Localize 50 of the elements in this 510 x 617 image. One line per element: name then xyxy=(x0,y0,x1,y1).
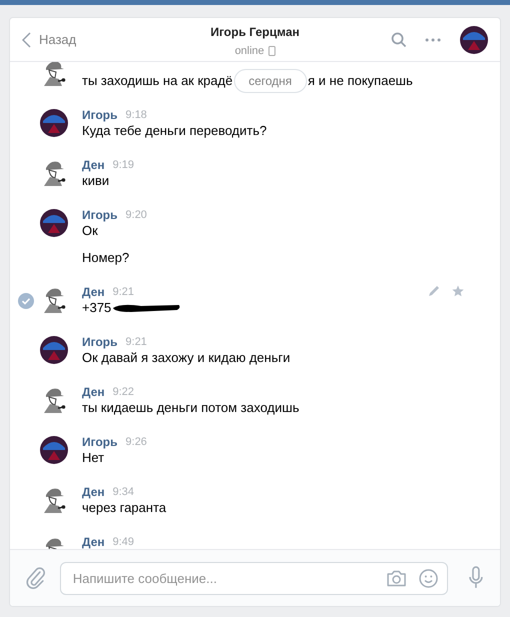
message-time: 9:21 xyxy=(126,334,147,350)
camera-icon[interactable] xyxy=(386,570,408,586)
message-text: через гаранта xyxy=(82,499,166,518)
message-text: я и не покупаешь xyxy=(308,72,413,90)
message-text: ты кидаешь деньги потом заходишь xyxy=(82,399,300,418)
author-name[interactable]: Ден xyxy=(82,383,105,401)
message-time: 9:22 xyxy=(112,384,134,400)
message-text: Нет xyxy=(82,449,104,468)
author-name[interactable]: Игорь xyxy=(82,206,118,224)
star-icon[interactable] xyxy=(452,285,464,297)
author-name[interactable]: Ден xyxy=(82,283,105,301)
avatar-icon xyxy=(40,336,68,364)
author-name[interactable]: Ден xyxy=(82,533,105,549)
author-name[interactable]: Игорь xyxy=(82,433,118,451)
back-icon xyxy=(22,32,31,48)
message-text: ты заходишь на ак крадё xyxy=(82,72,233,90)
author-name[interactable]: Игорь xyxy=(82,333,118,351)
chat-title: Игорь Герцман xyxy=(210,24,300,41)
date-label: сегодня xyxy=(234,69,307,93)
avatar-icon[interactable] xyxy=(460,26,488,54)
message-field[interactable]: Напишите сообщение... xyxy=(60,562,448,594)
message-time: 9:19 xyxy=(112,158,134,173)
phone-icon xyxy=(268,46,276,56)
smile-icon[interactable] xyxy=(419,568,438,588)
microphone-icon[interactable] xyxy=(468,566,484,590)
author-name[interactable]: Ден xyxy=(82,156,105,174)
back-button[interactable]: Назад xyxy=(22,30,76,50)
message-text: Номер? xyxy=(82,249,130,268)
more-icon[interactable] xyxy=(425,38,441,42)
paperclip-icon[interactable] xyxy=(26,567,46,589)
message-text: +375 xyxy=(82,299,112,318)
message-time: 9:20 xyxy=(126,208,147,223)
message-text: Ок давай я захожу и кидаю деньги xyxy=(82,349,290,368)
avatar-icon xyxy=(40,209,68,237)
search-icon[interactable] xyxy=(391,32,407,48)
avatar-icon xyxy=(40,109,68,137)
online-status: online xyxy=(234,44,264,59)
pencil-icon[interactable] xyxy=(428,285,440,297)
message-text: Куда тебе деньги переводить? xyxy=(82,122,267,140)
message-time: 9:21 xyxy=(112,284,134,300)
check-icon[interactable] xyxy=(18,293,34,309)
message-text: киви xyxy=(82,172,110,190)
message-time: 9:34 xyxy=(112,484,134,500)
message-time: 9:26 xyxy=(126,434,147,450)
avatar-icon xyxy=(40,436,68,464)
author-name[interactable]: Игорь xyxy=(82,106,118,124)
message-time: 9:49 xyxy=(112,534,134,549)
message-time: 9:18 xyxy=(126,108,147,123)
author-name[interactable]: Ден xyxy=(82,483,105,501)
message-text: Ок xyxy=(82,222,98,240)
